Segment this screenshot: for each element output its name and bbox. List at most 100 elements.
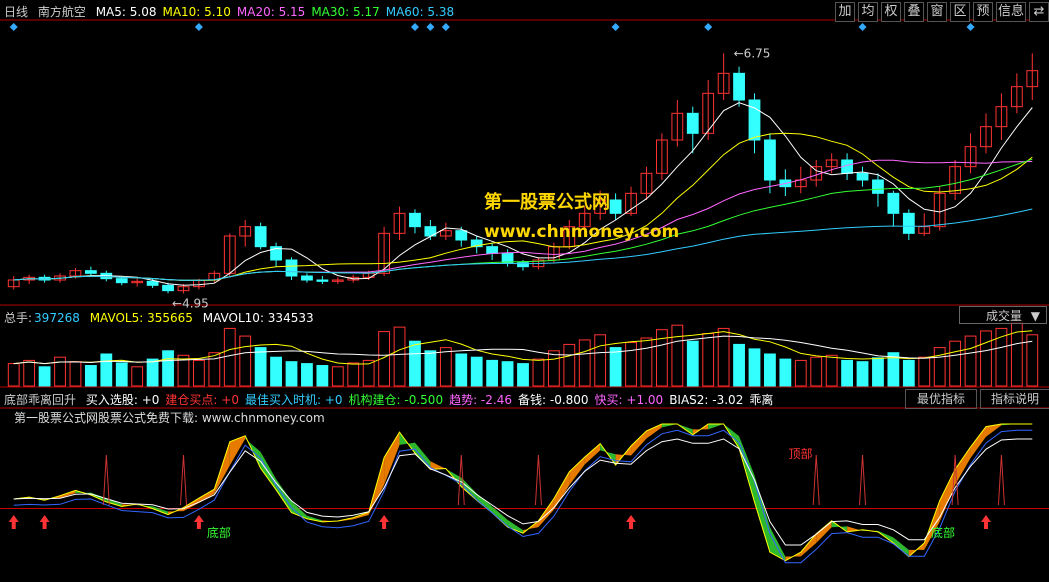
volume-bar bbox=[439, 347, 452, 387]
signal-diamond bbox=[426, 23, 435, 31]
watermark-url: www.chnmoney.com bbox=[484, 222, 680, 242]
buy-arrow-icon bbox=[980, 515, 991, 529]
indicator-name: 底部乖离回升 bbox=[4, 393, 77, 407]
candle-body bbox=[856, 172, 869, 181]
indicator-value: 备钱: -0.800 bbox=[518, 393, 589, 407]
chevron-down-icon: ▼ bbox=[1030, 309, 1040, 323]
candle-body bbox=[146, 280, 159, 286]
indicator-subnote: 第一股票公式网股票公式免费下载: www.chnmoney.com bbox=[14, 411, 325, 425]
indicator-header: 底部乖离回升 买入选股: +0 建仓买点: +0 最佳买入时机: +0 机构建仓: -… bbox=[4, 391, 785, 408]
ma-label: MA10: 5.10 bbox=[162, 5, 231, 19]
candle-body bbox=[409, 212, 421, 228]
volume-total-value: 397268 bbox=[34, 311, 80, 325]
chart-toolbar: 加均权叠窗区预信息 ⇄ bbox=[832, 2, 1049, 22]
volume-bar bbox=[640, 337, 653, 387]
signal-diamond bbox=[441, 23, 450, 31]
volume-bar bbox=[872, 357, 884, 387]
volume-indicator-select[interactable]: 成交量 ▼ bbox=[959, 306, 1047, 324]
candle-body bbox=[887, 192, 900, 214]
volume-bar bbox=[69, 361, 82, 387]
volume-bar bbox=[594, 334, 607, 387]
indicator-help-button[interactable]: 指标说明 bbox=[980, 389, 1049, 409]
ma-legend: MA5: 5.08 MA10: 5.10 MA20: 5.15 MA30: 5.17 M… bbox=[96, 5, 460, 19]
candle-body bbox=[764, 139, 776, 181]
buy-arrow-icon bbox=[39, 515, 50, 529]
indicator-value: 机构建仓: -0.500 bbox=[348, 393, 444, 407]
candle-body bbox=[285, 259, 298, 277]
indicator-values: 买入选股: +0 建仓买点: +0 最佳买入时机: +0 机构建仓: -0.500 趋势… bbox=[86, 393, 780, 407]
candle-body bbox=[455, 230, 468, 241]
indicator-trend-line bbox=[13, 438, 1033, 546]
candle-body bbox=[733, 72, 745, 101]
toolbar-button[interactable]: 窗 bbox=[927, 2, 947, 22]
toolbar-button[interactable]: 区 bbox=[950, 2, 970, 22]
volume-bar bbox=[193, 359, 205, 387]
volume-bar bbox=[223, 327, 236, 387]
high-price-label: ←6.75 bbox=[734, 46, 771, 60]
toolbar-button[interactable]: 权 bbox=[881, 2, 901, 22]
indicator-value: 趋势: -2.46 bbox=[449, 393, 512, 407]
volume-bar bbox=[301, 363, 313, 387]
indicator-value: 买入选股: +0 bbox=[85, 393, 160, 407]
candle-body bbox=[902, 212, 915, 234]
candle-body bbox=[748, 99, 761, 141]
volume-bar bbox=[702, 333, 715, 387]
signal-diamond bbox=[858, 23, 867, 31]
toolbar-button[interactable]: 叠 bbox=[904, 2, 924, 22]
volume-bar bbox=[980, 330, 992, 387]
indicator-value: BIAS2: -3.02 bbox=[669, 393, 744, 407]
candle-body bbox=[254, 226, 267, 248]
ma-label: MA30: 5.17 bbox=[311, 5, 380, 19]
buy-arrow-icon bbox=[193, 515, 204, 529]
volume-bar bbox=[517, 363, 529, 387]
indicator-slow-line bbox=[13, 429, 1033, 564]
chart-canvas[interactable]: ←6.75←4.95底部顶部底部顶部 bbox=[0, 0, 1049, 582]
signal-diamond bbox=[194, 23, 203, 31]
candle-body bbox=[501, 252, 514, 264]
volume-bar bbox=[115, 362, 128, 387]
volume-bar bbox=[578, 339, 591, 387]
volume-bar bbox=[764, 353, 776, 387]
signal-diamond bbox=[966, 23, 975, 31]
indicator-band bbox=[646, 423, 662, 439]
volume-bar bbox=[455, 353, 468, 387]
volume-bar bbox=[671, 324, 684, 387]
buy-arrow-icon bbox=[379, 515, 390, 529]
volume-bar bbox=[239, 335, 252, 387]
volume-bar bbox=[717, 327, 730, 387]
indicator-band bbox=[538, 498, 554, 528]
volume-bar bbox=[856, 361, 869, 387]
volume-indicator-select-label: 成交量 bbox=[986, 309, 1023, 323]
mavol10-label: MAVOL10: 334533 bbox=[202, 311, 314, 325]
best-indicator-button[interactable]: 最优指标 bbox=[905, 389, 977, 409]
volume-bar bbox=[609, 347, 622, 387]
volume-bar bbox=[547, 350, 560, 387]
signal-diamond bbox=[410, 23, 419, 31]
volume-bar bbox=[146, 358, 159, 387]
volume-bar bbox=[254, 347, 267, 387]
volume-total-label: 总手: bbox=[4, 311, 33, 325]
toolbar-button[interactable]: 预 bbox=[973, 2, 993, 22]
volume-bar bbox=[285, 361, 298, 387]
volume-bar bbox=[686, 340, 699, 387]
volume-bar bbox=[841, 359, 853, 387]
toolbar-button[interactable]: 加 bbox=[835, 2, 855, 22]
volume-bar bbox=[563, 343, 576, 387]
toolbar-button[interactable]: 信息 bbox=[996, 2, 1026, 22]
signal-diamond bbox=[9, 23, 18, 31]
candle-body bbox=[609, 199, 622, 214]
price-header: 日线 南方航空 MA5: 5.08 MA10: 5.10 MA20: 5.15 MA3… bbox=[4, 3, 466, 20]
indicator-band bbox=[769, 527, 786, 561]
signal-diamond bbox=[611, 23, 620, 31]
volume-bar bbox=[100, 353, 113, 387]
toolbar-button[interactable]: 均 bbox=[858, 2, 878, 22]
volume-bar bbox=[949, 340, 962, 387]
volume-bar bbox=[733, 343, 745, 387]
volume-bar bbox=[825, 354, 838, 387]
ma-label: MA5: 5.08 bbox=[95, 5, 157, 19]
volume-bar bbox=[810, 356, 823, 387]
indicator-spike bbox=[102, 454, 110, 506]
toolbar-button[interactable]: ⇄ bbox=[1029, 2, 1049, 22]
indicator-spike bbox=[534, 454, 542, 506]
candle-body bbox=[872, 179, 884, 194]
